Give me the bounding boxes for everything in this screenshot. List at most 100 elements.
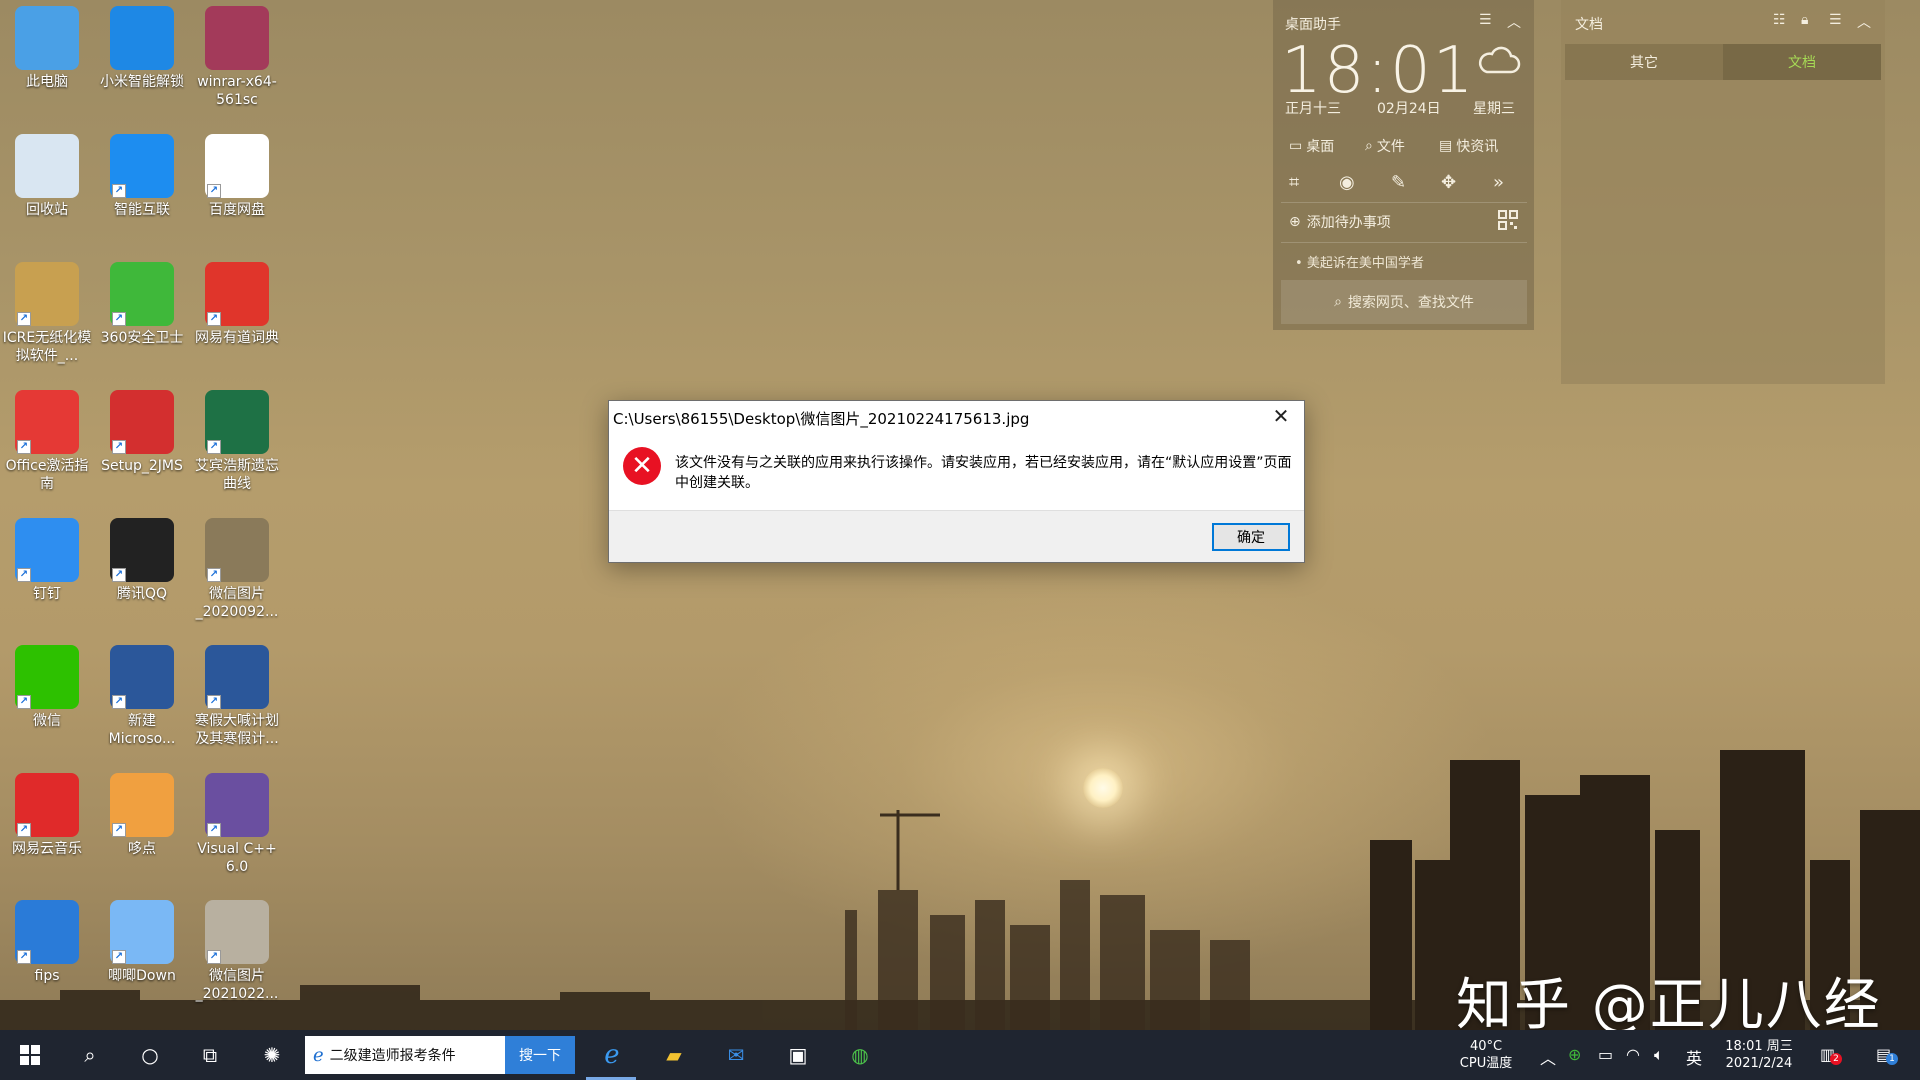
shortcut-arrow-icon: ↗ [207,440,221,454]
action-center-icon[interactable]: ▤ 1 [1876,1045,1898,1065]
wechat-icon: ↗ [15,645,79,709]
docs-title: 文档 [1575,17,1603,33]
desktop-icon[interactable]: ↗ 哆点 [96,773,188,858]
widget-collapse-icon[interactable]: ︿ [1507,12,1521,32]
shortcut-arrow-icon: ↗ [17,950,31,964]
mail-icon[interactable]: ✉ [708,1030,764,1080]
file-explorer-icon[interactable]: ▰ [646,1030,702,1080]
desktop-icon[interactable]: ↗ 唧唧Down [96,900,188,985]
wifi-icon[interactable]: ◠ [1626,1045,1640,1064]
shortcut-arrow-icon: ↗ [17,695,31,709]
taskbar: ⌕ ○ ⧉ ✺ ℯ 二级建造师报考条件 搜一下 ℯ ▰ ✉ ▣ ◍ 40°C C… [0,1030,1920,1080]
search-icon: ⌕ [1334,294,1342,310]
battery-icon[interactable]: ▭ [1598,1045,1613,1064]
desktop-icon-label: 钉钉 [33,586,61,602]
desktop-icon-label: 网易云音乐 [12,841,82,857]
desktop-icon[interactable]: ↗ ICRE无纸化模拟软件_... [1,262,93,365]
desktop-icon[interactable]: 回收站 [1,134,93,219]
qr-code-icon[interactable] [1498,210,1518,230]
swirl-app-icon[interactable]: ✺ [244,1030,300,1080]
taskbar-search-button[interactable]: 搜一下 [505,1036,575,1074]
desktop-icon[interactable]: ↗ 360安全卫士 [96,262,188,347]
desktop-icon-label: 此电脑 [26,74,68,90]
desktop-icon[interactable]: ↗ fips [1,900,93,985]
tab-files-label: 文件 [1376,139,1405,155]
crop-icon[interactable]: ⌗ [1289,172,1299,193]
desktop-icon[interactable]: ↗ Setup_2JMS [96,390,188,475]
task-view-icon[interactable]: ⧉ [182,1030,238,1080]
desktop-icon-label: 微信图片_2021022... [195,968,279,1002]
widget-title: 桌面助手 [1285,17,1341,33]
desktop-icon-label: fips [34,968,60,984]
desktop-icon[interactable]: ↗ 新建 Microso... [96,645,188,748]
lock-icon[interactable]: 🔒︎ [1801,12,1808,28]
desktop-icon[interactable]: ↗ 网易有道词典 [191,262,283,347]
tab-documents[interactable]: 文档 [1723,44,1881,80]
desktop-icon[interactable]: ↗ 寒假大喊计划及其寒假计... [191,645,283,748]
taskbar-search-input[interactable]: ℯ 二级建造师报考条件 [305,1036,505,1074]
cpu-temperature: 40°C CPU温度 [1456,1038,1516,1072]
close-button[interactable]: ✕ [1258,401,1304,431]
cpu-temp-value: 40°C [1469,1039,1503,1054]
desktop-icon[interactable]: 小米智能解锁 [96,6,188,91]
edit-note-icon[interactable]: ✎ [1391,172,1406,193]
news-icon: ▤ [1439,138,1453,154]
shortcut-arrow-icon: ↗ [112,440,126,454]
recycle-bin-icon [15,134,79,198]
desktop-icon[interactable]: 此电脑 [1,6,93,91]
desktop-icon[interactable]: ↗ 微信图片_2020092... [191,518,283,621]
smart-link-icon: ↗ [110,134,174,198]
edge-browser-icon[interactable]: ℯ [584,1030,640,1080]
move-icon[interactable]: ✥ [1441,172,1456,193]
eye-icon[interactable]: ◉ [1339,172,1355,193]
store-icon[interactable]: ▣ [770,1030,826,1080]
ok-button[interactable]: 确定 [1212,523,1290,551]
notification-app-icon[interactable]: ▥ 2 [1820,1045,1842,1065]
tab-quick-news[interactable]: ▤ 快资讯 [1439,136,1498,156]
desktop-icon[interactable]: ↗ 智能互联 [96,134,188,219]
news-item[interactable]: • 美起诉在美中国学者 [1295,252,1424,271]
desktop-icon[interactable]: ↗ Visual C++ 6.0 [191,773,283,876]
add-todo-button[interactable]: ⊕ 添加待办事项 [1289,212,1391,232]
widget-menu-icon[interactable]: ☰ [1479,12,1492,28]
docs-collapse-icon[interactable]: ︿ [1857,12,1871,32]
desktop-icon-label: 小米智能解锁 [100,74,184,90]
search-icon[interactable]: ⌕ [62,1030,118,1080]
volume-icon[interactable]: 🔈︎ [1654,1045,1664,1065]
notification-badge: 2 [1830,1053,1842,1065]
start-windows-icon[interactable] [2,1030,58,1080]
visual-cpp-icon: ↗ [205,773,269,837]
dialog-title: C:\Users\86155\Desktop\微信图片_202102241756… [613,410,1030,428]
browser-360-icon[interactable]: ◍ [832,1030,888,1080]
desktop-icon[interactable]: ↗ Office激活指南 [1,390,93,493]
shortcut-arrow-icon: ↗ [17,440,31,454]
desktop-icon-label: Visual C++ 6.0 [197,841,277,875]
list-view-icon[interactable]: ☷ [1773,12,1786,28]
tab-files[interactable]: ⌕ 文件 [1365,136,1405,156]
desktop-icon[interactable]: ↗ 网易云音乐 [1,773,93,858]
shortcut-arrow-icon: ↗ [112,950,126,964]
shortcut-arrow-icon: ↗ [207,312,221,326]
desktop-icon[interactable]: ↗ 微信 [1,645,93,730]
desktop-icon[interactable]: ↗ 艾宾浩斯遗忘曲线 [191,390,283,493]
shortcut-arrow-icon: ↗ [112,695,126,709]
desktop-icon-label: 网易有道词典 [195,330,279,346]
taskbar-clock[interactable]: 18:01 周三 2021/2/24 [1716,1038,1802,1072]
tray-chevron-icon[interactable]: ︿ [1540,1045,1556,1069]
desktop-icon[interactable]: ↗ 腾讯QQ [96,518,188,603]
shortcut-arrow-icon: ↗ [207,568,221,582]
ime-indicator[interactable]: 英 [1686,1045,1702,1069]
desktop-icon[interactable]: winrar-x64-561sc [191,6,283,109]
add-todo-label: 添加待办事项 [1306,215,1391,231]
tab-desktop[interactable]: ▭ 桌面 [1289,136,1334,156]
tab-other[interactable]: 其它 [1565,44,1723,80]
cloud-weather-icon[interactable] [1477,46,1521,76]
cortana-circle-icon[interactable]: ○ [122,1030,178,1080]
tray-360-icon[interactable]: ⊕ [1568,1045,1581,1064]
more-chevron-icon[interactable]: » [1493,172,1504,193]
widget-search-box[interactable]: ⌕ 搜索网页、查找文件 [1281,280,1527,324]
desktop-icon[interactable]: ↗ 钉钉 [1,518,93,603]
desktop-icon[interactable]: ↗ 微信图片_2021022... [191,900,283,1003]
desktop-icon[interactable]: ↗ 百度网盘 [191,134,283,219]
docs-menu-icon[interactable]: ☰ [1829,12,1842,28]
